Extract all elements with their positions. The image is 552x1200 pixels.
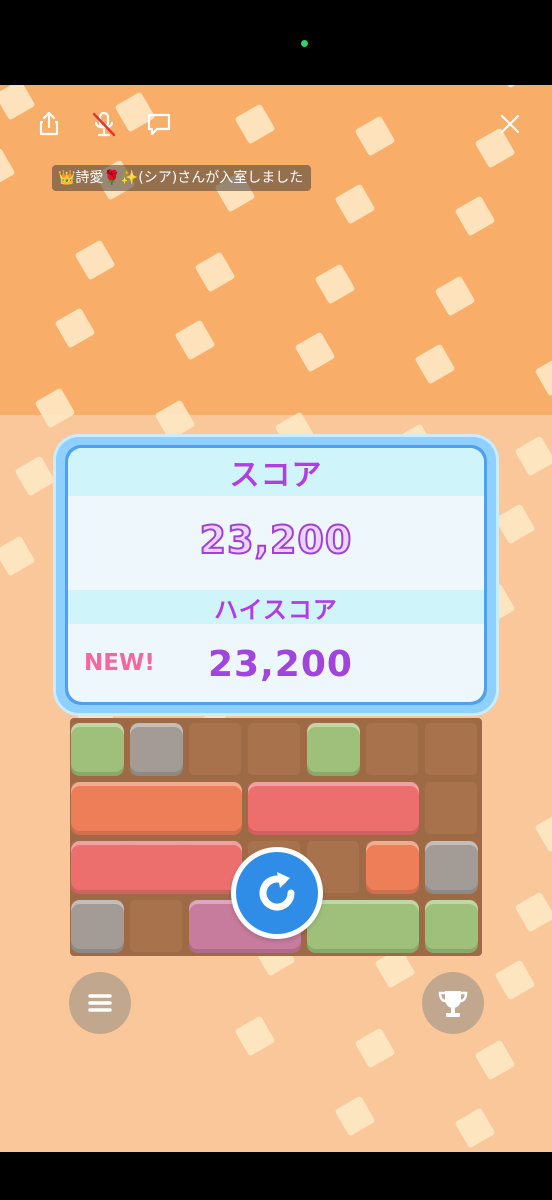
score-panel-frame: スコア 23,200 ハイスコア NEW! 23,200 (65, 445, 487, 705)
screen: 👑詩愛🌹✨(シア)さんが入室しました スコア 23,200 ハイスコア NEW!… (0, 0, 552, 1200)
board-cell (424, 781, 478, 835)
close-icon[interactable] (493, 107, 527, 141)
navigation-bar (0, 1152, 552, 1200)
hiscore-value: 23,200 (208, 644, 353, 685)
score-label-band: スコア (68, 448, 484, 496)
share-icon[interactable] (32, 107, 66, 141)
block-green[interactable] (425, 900, 478, 953)
background-top-band (0, 85, 552, 415)
board-cell (247, 722, 301, 776)
ranking-button[interactable] (422, 972, 484, 1034)
background-square (515, 892, 552, 932)
block-orange[interactable] (71, 782, 242, 835)
background-square (515, 436, 552, 476)
background-square (535, 812, 552, 852)
camera-indicator (301, 40, 308, 47)
menu-button[interactable] (69, 972, 131, 1034)
board-cell (365, 722, 419, 776)
restart-icon (236, 852, 318, 934)
menu-icon (88, 994, 112, 1012)
join-notification: 👑詩愛🌹✨(シア)さんが入室しました (52, 165, 312, 191)
board-cell (188, 722, 242, 776)
restart-button[interactable] (231, 847, 323, 939)
score-label: スコア (229, 458, 323, 493)
block-green[interactable] (307, 723, 360, 776)
board-cell (129, 899, 183, 953)
background-square (495, 960, 535, 1000)
mic-off-icon[interactable] (87, 107, 121, 141)
score-panel: スコア 23,200 ハイスコア NEW! 23,200 (53, 434, 499, 716)
block-green[interactable] (307, 900, 419, 953)
hiscore-label: ハイスコア (214, 595, 338, 624)
status-bar (0, 0, 552, 85)
background-square (0, 536, 35, 576)
block-red[interactable] (71, 841, 242, 894)
background-square (475, 1040, 515, 1080)
background-square (355, 1028, 395, 1068)
trophy-icon (438, 991, 468, 1017)
block-gray[interactable] (130, 723, 183, 776)
score-value: 23,200 (199, 517, 353, 563)
hiscore-label-band: ハイスコア (68, 590, 484, 624)
background-square (15, 456, 55, 496)
background-square (495, 504, 535, 544)
block-green[interactable] (71, 723, 124, 776)
comment-icon[interactable] (142, 107, 176, 141)
score-card: スコア 23,200 ハイスコア NEW! 23,200 (68, 448, 484, 702)
block-red[interactable] (248, 782, 419, 835)
new-record-badge: NEW! (84, 650, 155, 676)
block-gray[interactable] (425, 841, 478, 894)
background-square (455, 1108, 495, 1148)
board-cell (424, 722, 478, 776)
background-square (235, 1016, 275, 1056)
background-square (335, 1096, 375, 1136)
block-orange[interactable] (366, 841, 419, 894)
block-gray[interactable] (71, 900, 124, 953)
